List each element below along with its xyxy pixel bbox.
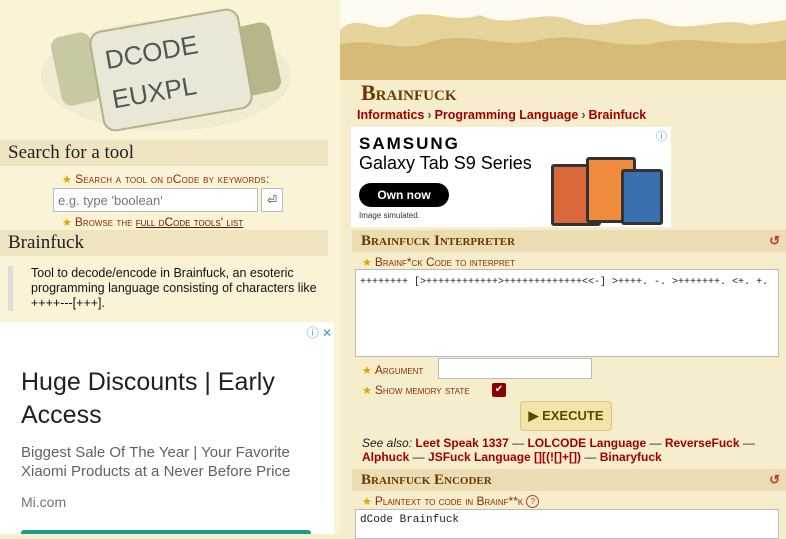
breadcrumb-informatics[interactable]: Informatics [357, 108, 424, 122]
encoder-heading-text: Brainfuck Encoder [361, 472, 492, 488]
execute-button[interactable]: ▶ EXECUTE [520, 401, 612, 431]
see-also: See also: Leet Speak 1337 — LOLCODE Lang… [362, 436, 755, 464]
plaintext-textarea[interactable]: dCode Brainfuck [355, 509, 779, 539]
code-label-text: Brainf*ck Code to interpret [374, 255, 515, 269]
argument-label-text: Argument [374, 363, 424, 377]
memory-label: ★ Show memory state [362, 383, 470, 397]
parchment-decoration [340, 0, 786, 80]
refresh-icon[interactable]: ↺ [769, 230, 780, 252]
breadcrumb-brainfuck[interactable]: Brainfuck [589, 108, 647, 122]
ad-cta-button[interactable]: Own now [359, 183, 449, 207]
interpreter-heading: Brainfuck Interpreter ↺ [352, 230, 786, 252]
page-title: Brainfuck [361, 80, 457, 105]
encoder-heading: Brainfuck Encoder ↺ [352, 469, 786, 491]
star-icon: ★ [362, 385, 372, 397]
ad-brand: SAMSUNG [359, 134, 460, 153]
ad-choices-icon[interactable]: ⓘ ✕ [307, 324, 332, 341]
left-sidebar: DCODE EUXPL Search for a tool ★ Search a … [0, 0, 340, 534]
search-label: ★ Search a tool on dCode by keywords: [62, 172, 270, 186]
breadcrumb-programming-language[interactable]: Programming Language [435, 108, 579, 122]
tool-description: Tool to decode/encode in Brainfuck, an e… [8, 266, 328, 311]
advertisement-samsung[interactable]: SAMSUNG Galaxy Tab S9 Series Own now Ima… [351, 127, 671, 227]
ad-body: Biggest Sale Of The Year | Your Favorite… [21, 444, 291, 480]
interpreter-heading-text: Brainfuck Interpreter [361, 233, 516, 249]
see-also-label: See also: [362, 436, 413, 450]
tablet-image [551, 157, 663, 226]
code-label: ★ Brainf*ck Code to interpret [362, 255, 515, 269]
star-icon: ★ [62, 174, 73, 186]
link-leet-speak[interactable]: Leet Speak 1337 [415, 436, 508, 450]
browse-prefix: Browse the [74, 215, 136, 229]
brainfuck-code-textarea[interactable]: ++++++++ [>++++++++++++>+++++++++++++<<-… [355, 269, 779, 357]
ad-cta-bar[interactable] [21, 530, 311, 534]
link-reversefuck[interactable]: ReverseFuck [665, 436, 740, 450]
show-memory-checkbox[interactable]: ✔ [492, 383, 506, 397]
enter-icon: ⏎ [266, 193, 278, 207]
search-heading: Search for a tool [0, 140, 328, 166]
link-lolcode[interactable]: LOLCODE Language [527, 436, 646, 450]
ad-product: Galaxy Tab S9 Series [359, 153, 532, 173]
memory-label-text: Show memory state [374, 383, 470, 397]
star-icon: ★ [362, 496, 372, 508]
search-input[interactable] [53, 188, 258, 212]
link-alphuck[interactable]: Alphuck [362, 450, 409, 464]
link-binaryfuck[interactable]: Binaryfuck [600, 450, 662, 464]
link-jsfuck[interactable]: JSFuck Language [][(![]+[]) [428, 450, 581, 464]
breadcrumb-separator: › [427, 108, 432, 122]
ad-url[interactable]: Mi.com [21, 494, 66, 510]
ad-title[interactable]: Huge Discounts | Early Access [21, 366, 321, 432]
argument-input[interactable] [438, 358, 592, 379]
breadcrumb-separator: › [581, 108, 586, 122]
breadcrumb: Informatics › Programming Language › Brainfu… [357, 108, 646, 122]
star-icon: ★ [62, 217, 72, 229]
plaintext-label: ★ Plaintext to code in Brainf**k? [362, 494, 540, 509]
refresh-icon[interactable]: ↺ [769, 469, 780, 491]
search-label-text: Search a tool on dCode by keywords: [75, 172, 270, 186]
tool-heading: Brainfuck [0, 230, 328, 256]
star-icon: ★ [362, 257, 372, 269]
browse-tools-link[interactable]: full dCode tools' list [136, 215, 244, 229]
dcode-logo[interactable]: DCODE EUXPL [36, 6, 296, 136]
browse-tools: ★ Browse the full dCode tools' list [62, 215, 243, 229]
help-icon[interactable]: ? [526, 495, 540, 509]
ad-note: Image simulated. [359, 211, 420, 220]
argument-label: ★ Argument [362, 363, 423, 377]
star-icon: ★ [362, 365, 372, 377]
advertisement-left[interactable]: ⓘ ✕ Huge Discounts | Early Access Bigges… [0, 322, 334, 534]
plaintext-label-text: Plaintext to code in Brainf**k [374, 494, 524, 508]
ad-info-icon[interactable]: ⓘ [656, 128, 667, 144]
search-submit-button[interactable]: ⏎ [261, 188, 283, 212]
